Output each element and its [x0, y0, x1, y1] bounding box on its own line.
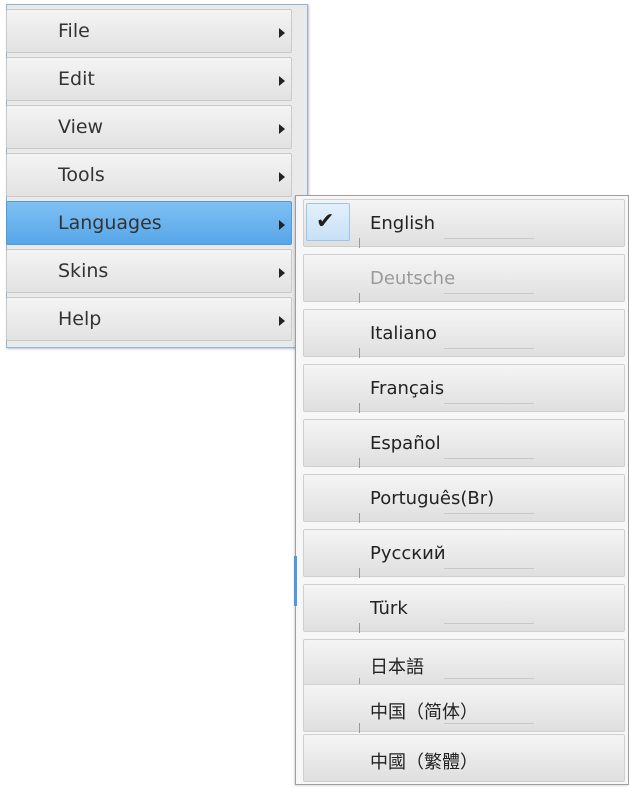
language-item-turk[interactable]: Türk — [303, 584, 625, 633]
item-divider — [444, 623, 534, 624]
language-item-english[interactable]: ✔ English — [303, 199, 625, 248]
language-item-francais[interactable]: Français — [303, 364, 625, 413]
item-divider — [444, 403, 534, 404]
item-divider — [359, 293, 360, 303]
menu-item-view[interactable]: View — [6, 105, 292, 149]
language-item-label: Italiano — [370, 323, 437, 344]
item-divider — [444, 458, 534, 459]
language-item-italiano[interactable]: Italiano — [303, 309, 625, 358]
item-divider — [359, 723, 360, 733]
language-item-label: Español — [370, 433, 441, 454]
item-divider — [444, 678, 534, 679]
language-item-label: Türk — [370, 598, 408, 619]
language-item-japanese[interactable]: 日本語 — [303, 639, 625, 688]
menu-item-file[interactable]: File — [6, 9, 292, 53]
item-divider — [444, 238, 534, 239]
item-divider — [359, 403, 360, 413]
submenu-arrow-icon — [279, 124, 285, 134]
language-item-russian[interactable]: Русский — [303, 529, 625, 578]
language-item-label: Русский — [370, 543, 446, 564]
language-item-chinese-traditional[interactable]: 中國（繁體） — [303, 734, 625, 782]
submenu-arrow-icon — [279, 220, 285, 230]
submenu-arrow-icon — [279, 28, 285, 38]
item-divider — [444, 293, 534, 294]
submenu-arrow-icon — [279, 316, 285, 326]
item-divider — [444, 513, 534, 514]
check-icon: ✔ — [316, 209, 335, 234]
language-item-label: English — [370, 213, 435, 234]
item-divider — [359, 238, 360, 248]
item-divider — [444, 723, 534, 724]
language-item-label: Deutsche — [370, 268, 456, 289]
language-item-espanol[interactable]: Español — [303, 419, 625, 468]
submenu-arrow-icon — [279, 76, 285, 86]
item-divider — [444, 568, 534, 569]
language-item-chinese-simplified[interactable]: 中国（简体） — [303, 684, 625, 733]
language-item-label: 中國（繁體） — [370, 752, 478, 773]
menu-item-label: File — [58, 20, 90, 42]
menu-item-label: Languages — [58, 212, 162, 234]
submenu-edge-highlight — [294, 556, 297, 606]
menu-item-languages[interactable]: Languages — [6, 201, 292, 245]
menu-stage: File Edit View Tools Languages Skins Hel… — [0, 0, 629, 788]
menu-item-help[interactable]: Help — [6, 297, 292, 341]
menu-item-edit[interactable]: Edit — [6, 57, 292, 101]
menu-item-label: Edit — [58, 68, 95, 90]
menu-item-label: Skins — [58, 260, 109, 282]
submenu-arrow-icon — [279, 268, 285, 278]
item-divider — [359, 568, 360, 578]
item-divider — [359, 348, 360, 358]
menu-item-tools[interactable]: Tools — [6, 153, 292, 197]
menu-item-label: Tools — [58, 164, 105, 186]
submenu-arrow-icon — [279, 172, 285, 182]
item-divider — [359, 513, 360, 523]
item-divider — [359, 623, 360, 633]
checked-indicator: ✔ — [306, 203, 350, 241]
menu-item-label: Help — [58, 308, 102, 330]
menu-item-skins[interactable]: Skins — [6, 249, 292, 293]
language-item-label: Français — [370, 378, 445, 399]
language-item-label: Português(Br) — [370, 488, 495, 509]
language-item-label: 中国（简体） — [370, 702, 478, 723]
language-item-deutsche: Deutsche — [303, 254, 625, 303]
item-divider — [359, 458, 360, 468]
language-item-label: 日本語 — [370, 657, 424, 678]
item-divider — [444, 348, 534, 349]
language-item-portugues-br[interactable]: Português(Br) — [303, 474, 625, 523]
menu-item-label: View — [58, 116, 104, 138]
